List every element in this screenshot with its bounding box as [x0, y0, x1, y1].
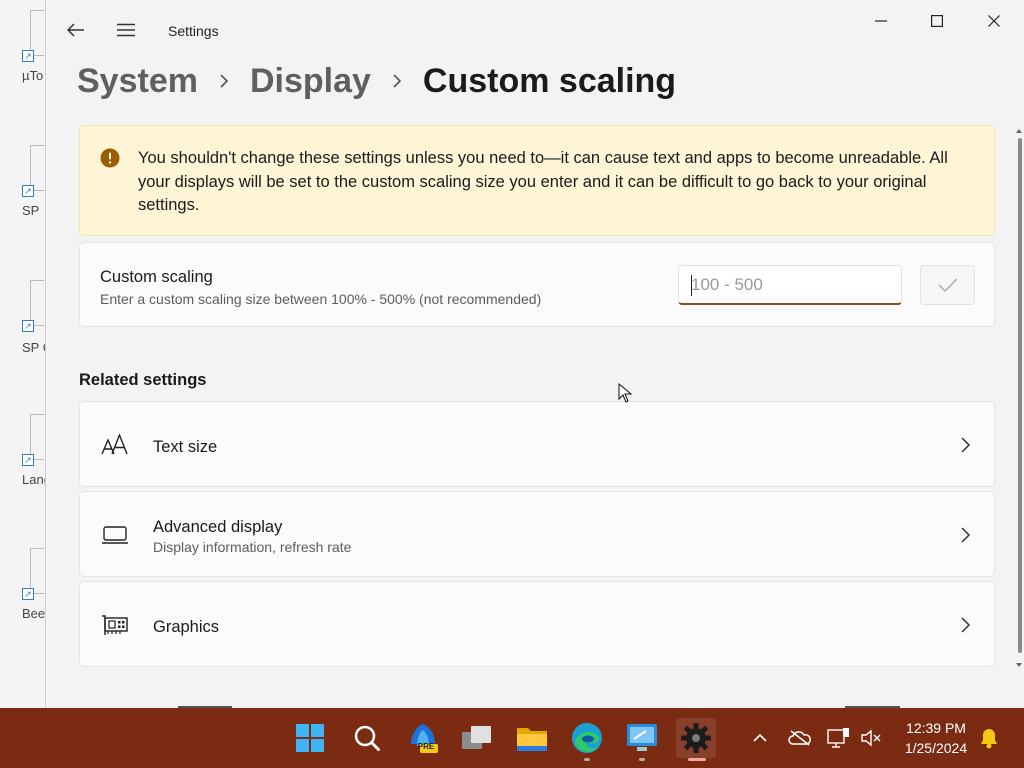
- running-indicator: [584, 758, 590, 761]
- custom-scaling-input[interactable]: [678, 265, 902, 305]
- custom-scaling-title: Custom scaling: [100, 268, 213, 286]
- title-bar: Settings: [46, 0, 1024, 60]
- close-icon: [988, 15, 1000, 27]
- task-view-icon: [462, 726, 491, 749]
- related-item-subtitle: Display information, refresh rate: [153, 539, 352, 555]
- desktop-shortcut[interactable]: ↗ Bee: [14, 548, 46, 621]
- hamburger-icon: [117, 23, 135, 37]
- onedrive-tray-button[interactable]: [788, 726, 812, 750]
- settings-gear-icon: [681, 723, 711, 753]
- clock-date: 1/25/2024: [904, 740, 968, 756]
- back-button[interactable]: [60, 14, 92, 46]
- warning-icon: [100, 148, 120, 168]
- shortcut-arrow-icon: ↗: [22, 588, 34, 600]
- desktop-shortcut[interactable]: ↗ SP Gala: [14, 280, 60, 355]
- settings-window: Settings System Display Custom scaling Y…: [45, 0, 1024, 708]
- checkmark-icon: [938, 278, 957, 292]
- running-indicator: [639, 758, 645, 761]
- close-button[interactable]: [971, 6, 1017, 36]
- related-graphics[interactable]: Graphics: [79, 581, 995, 667]
- scroll-up-icon[interactable]: [1015, 128, 1023, 134]
- scrollbar-thumb[interactable]: [1018, 138, 1022, 653]
- show-hidden-icons-button[interactable]: [748, 726, 772, 750]
- minimize-icon: [875, 20, 887, 22]
- related-text-size[interactable]: Text size: [79, 401, 995, 487]
- warning-banner: You shouldn't change these settings unle…: [79, 125, 995, 236]
- network-tray-button[interactable]: [827, 726, 851, 750]
- remote-desktop-icon: [627, 724, 657, 751]
- start-button[interactable]: [290, 718, 330, 758]
- pre-badge: PRE: [417, 742, 435, 751]
- task-view-button[interactable]: [457, 718, 497, 758]
- scroll-down-icon[interactable]: [1015, 662, 1023, 668]
- chevron-right-icon: [961, 617, 971, 633]
- shortcut-arrow-icon: ↗: [22, 454, 34, 466]
- start-icon: [296, 724, 324, 752]
- related-advanced-display[interactable]: Advanced display Display information, re…: [79, 491, 995, 577]
- page-title: Custom scaling: [422, 61, 677, 100]
- text-caret: [691, 275, 692, 296]
- shortcut-arrow-icon: ↗: [22, 320, 34, 332]
- file-explorer-button[interactable]: [512, 718, 552, 758]
- breadcrumb-display[interactable]: Display: [250, 62, 371, 101]
- mouse-cursor-icon: [618, 383, 632, 403]
- chevron-right-icon: [961, 527, 971, 543]
- maximize-button[interactable]: [914, 6, 960, 36]
- minimize-button[interactable]: [858, 6, 904, 36]
- bell-icon: [981, 729, 997, 749]
- shortcut-arrow-icon: ↗: [22, 185, 34, 197]
- clock[interactable]: 12:39 PM 1/25/2024: [893, 718, 979, 758]
- related-item-title: Advanced display: [153, 518, 283, 536]
- maximize-icon: [931, 15, 943, 27]
- chevron-right-icon: [961, 437, 971, 453]
- graphics-card-icon: [100, 612, 130, 638]
- settings-app-button[interactable]: [676, 718, 716, 758]
- related-item-title: Text size: [153, 438, 218, 456]
- desktop-shortcut[interactable]: ↗ µTo: [14, 10, 46, 83]
- search-button[interactable]: [347, 718, 387, 758]
- chevron-up-icon: [753, 733, 767, 742]
- clock-time: 12:39 PM: [906, 720, 966, 736]
- menu-button[interactable]: [110, 14, 142, 46]
- related-settings-heading: Related settings: [79, 371, 207, 389]
- custom-scaling-description: Enter a custom scaling size between 100%…: [100, 291, 542, 307]
- custom-scaling-card: Custom scaling Enter a custom scaling si…: [79, 242, 995, 327]
- chevron-right-icon: [198, 73, 250, 89]
- taskbar: 12:39 PM 1/25/2024: [0, 708, 1024, 768]
- remote-desktop-button[interactable]: [622, 718, 662, 758]
- volume-muted-icon: [861, 729, 881, 747]
- edge-button[interactable]: [567, 718, 607, 758]
- outlook-pre-button[interactable]: [403, 718, 443, 758]
- desktop-shortcut[interactable]: ↗ Lang: [14, 414, 51, 487]
- volume-tray-button[interactable]: [859, 726, 883, 750]
- chevron-right-icon: [371, 73, 423, 89]
- search-icon: [354, 725, 380, 751]
- monitor-icon: [100, 522, 130, 548]
- network-icon: [827, 728, 849, 748]
- active-indicator: [688, 758, 706, 761]
- related-item-title: Graphics: [153, 618, 220, 636]
- onedrive-offline-icon: [788, 730, 811, 746]
- warning-text: You shouldn't change these settings unle…: [138, 149, 948, 214]
- breadcrumb-system[interactable]: System: [77, 62, 198, 101]
- breadcrumb: System Display Custom scaling: [77, 58, 676, 104]
- file-explorer-icon: [517, 728, 547, 751]
- shortcut-arrow-icon: ↗: [22, 50, 34, 62]
- desktop-area: ↗ µTo ↗ SP ↗ SP Gala ↗ Lang ↗ Bee: [0, 0, 60, 708]
- edge-icon: [572, 723, 602, 753]
- notifications-button[interactable]: [977, 726, 1001, 750]
- app-title: Settings: [168, 23, 219, 39]
- text-size-icon: [100, 432, 130, 458]
- back-arrow-icon: [67, 23, 84, 37]
- apply-scaling-button[interactable]: [920, 265, 975, 305]
- desktop-shortcut[interactable]: ↗ SP: [14, 145, 46, 218]
